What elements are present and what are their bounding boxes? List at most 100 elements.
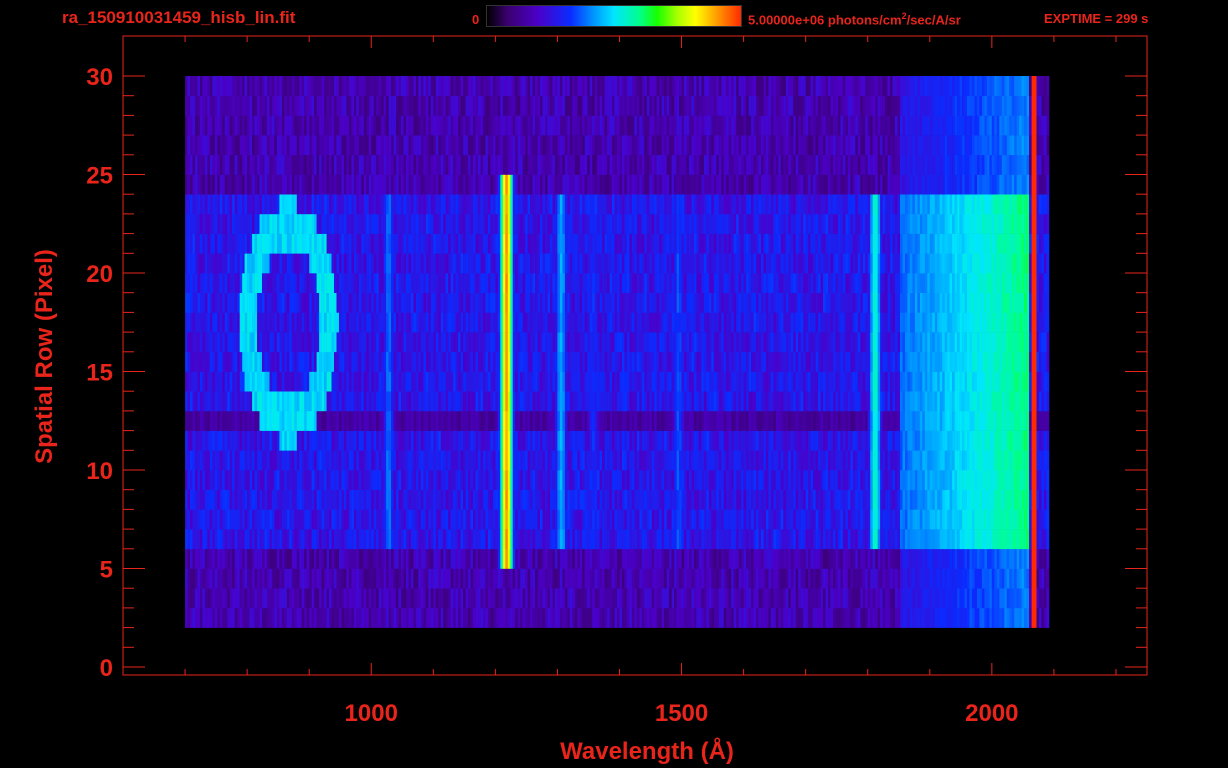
heatmap-cell [947, 371, 950, 392]
heatmap-cell [490, 529, 494, 550]
heatmap-cell [579, 588, 583, 609]
heatmap-cell [743, 351, 747, 372]
heatmap-cell [1014, 529, 1017, 550]
heatmap-cell [778, 430, 782, 451]
heatmap-cell [1046, 588, 1050, 609]
heatmap-cell [619, 391, 623, 412]
heatmap-cell [420, 332, 424, 353]
heatmap-cell [845, 529, 849, 550]
heatmap-cell [837, 351, 841, 372]
heatmap-cell [830, 351, 834, 372]
heatmap-cell [681, 607, 685, 628]
heatmap-cell [604, 410, 608, 431]
heatmap-cell [808, 391, 811, 412]
heatmap-cell [301, 351, 305, 372]
heatmap-cell [656, 509, 660, 530]
heatmap-cell [378, 371, 382, 392]
heatmap-cell [847, 529, 851, 550]
heatmap-cell [629, 410, 633, 431]
heatmap-cell [597, 607, 600, 628]
heatmap-cell [592, 509, 595, 530]
heatmap-cell [952, 391, 955, 412]
heatmap-cell [949, 607, 953, 628]
heatmap-cell [671, 588, 675, 609]
heatmap-cell [694, 489, 697, 510]
heatmap-cell [490, 430, 494, 451]
heatmap-cell [1031, 410, 1035, 431]
heatmap-cell [656, 410, 660, 431]
heatmap-cell [473, 332, 476, 353]
heatmap-cell [954, 410, 958, 431]
heatmap-cell [497, 529, 501, 550]
heatmap-cell [646, 529, 650, 550]
heatmap-cell [284, 351, 288, 372]
heatmap-cell [398, 568, 402, 589]
heatmap-cell [542, 588, 546, 609]
heatmap-cell [972, 410, 975, 431]
heatmap-cell [860, 470, 864, 490]
heatmap-cell [805, 489, 809, 510]
heatmap-cell [626, 607, 630, 628]
heatmap-cell [527, 568, 531, 589]
heatmap-cell [530, 529, 533, 550]
heatmap-cell [550, 351, 553, 372]
heatmap-cell [780, 568, 784, 589]
heatmap-cell [765, 470, 769, 490]
heatmap-cell [1016, 548, 1020, 569]
heatmap-cell [897, 568, 901, 589]
heatmap-cell [897, 470, 901, 490]
heatmap-cell [309, 410, 312, 431]
heatmap-cell [887, 489, 891, 510]
heatmap-cell [440, 529, 444, 550]
heatmap-cell [294, 391, 298, 412]
heatmap-cell [195, 351, 198, 372]
heatmap-cell [664, 588, 667, 609]
heatmap-cell [276, 489, 280, 510]
heatmap-cell [694, 371, 697, 392]
heatmap-cell [361, 410, 365, 431]
heatmap-cell [694, 509, 697, 530]
heatmap-cell [378, 548, 382, 569]
heatmap-cell [703, 509, 707, 530]
heatmap-cell [1046, 607, 1050, 628]
heatmap-cell [629, 588, 633, 609]
heatmap-cell [867, 529, 871, 550]
heatmap-cell [989, 509, 993, 530]
heatmap-cell [423, 450, 427, 471]
heatmap-cell [274, 548, 278, 569]
heatmap-cell [890, 391, 893, 412]
heatmap-cell [833, 351, 836, 372]
heatmap-cell [391, 548, 394, 569]
heatmap-cell [219, 351, 223, 372]
heatmap-cell [353, 410, 357, 431]
heatmap-cell [428, 371, 432, 392]
heatmap-cell [877, 588, 881, 609]
heatmap-cell [669, 548, 672, 569]
heatmap-cell [314, 568, 317, 589]
heatmap-cell [450, 529, 454, 550]
heatmap-cell [634, 509, 638, 530]
heatmap-cell [237, 332, 240, 353]
heatmap-cell [413, 450, 417, 471]
heatmap-cell [510, 588, 514, 609]
heatmap-cell [830, 607, 834, 628]
heatmap-cell [641, 430, 645, 451]
heatmap-cell [728, 548, 732, 569]
heatmap-cell [242, 430, 245, 451]
heatmap-cell [619, 607, 623, 628]
heatmap-cell [885, 371, 888, 392]
heatmap-cell [741, 371, 744, 392]
heatmap-cell [885, 351, 888, 372]
heatmap-cell [373, 470, 377, 490]
heatmap-cell [949, 391, 953, 412]
heatmap-cell [217, 430, 221, 451]
heatmap-cell [286, 588, 290, 609]
heatmap-cell [480, 509, 484, 530]
heatmap-cell [607, 430, 610, 451]
heatmap-cell [378, 351, 382, 372]
heatmap-cell [842, 529, 846, 550]
heatmap-cell [450, 470, 454, 490]
heatmap-cell [986, 588, 990, 609]
heatmap-cell [579, 470, 583, 490]
heatmap-cell [972, 588, 975, 609]
